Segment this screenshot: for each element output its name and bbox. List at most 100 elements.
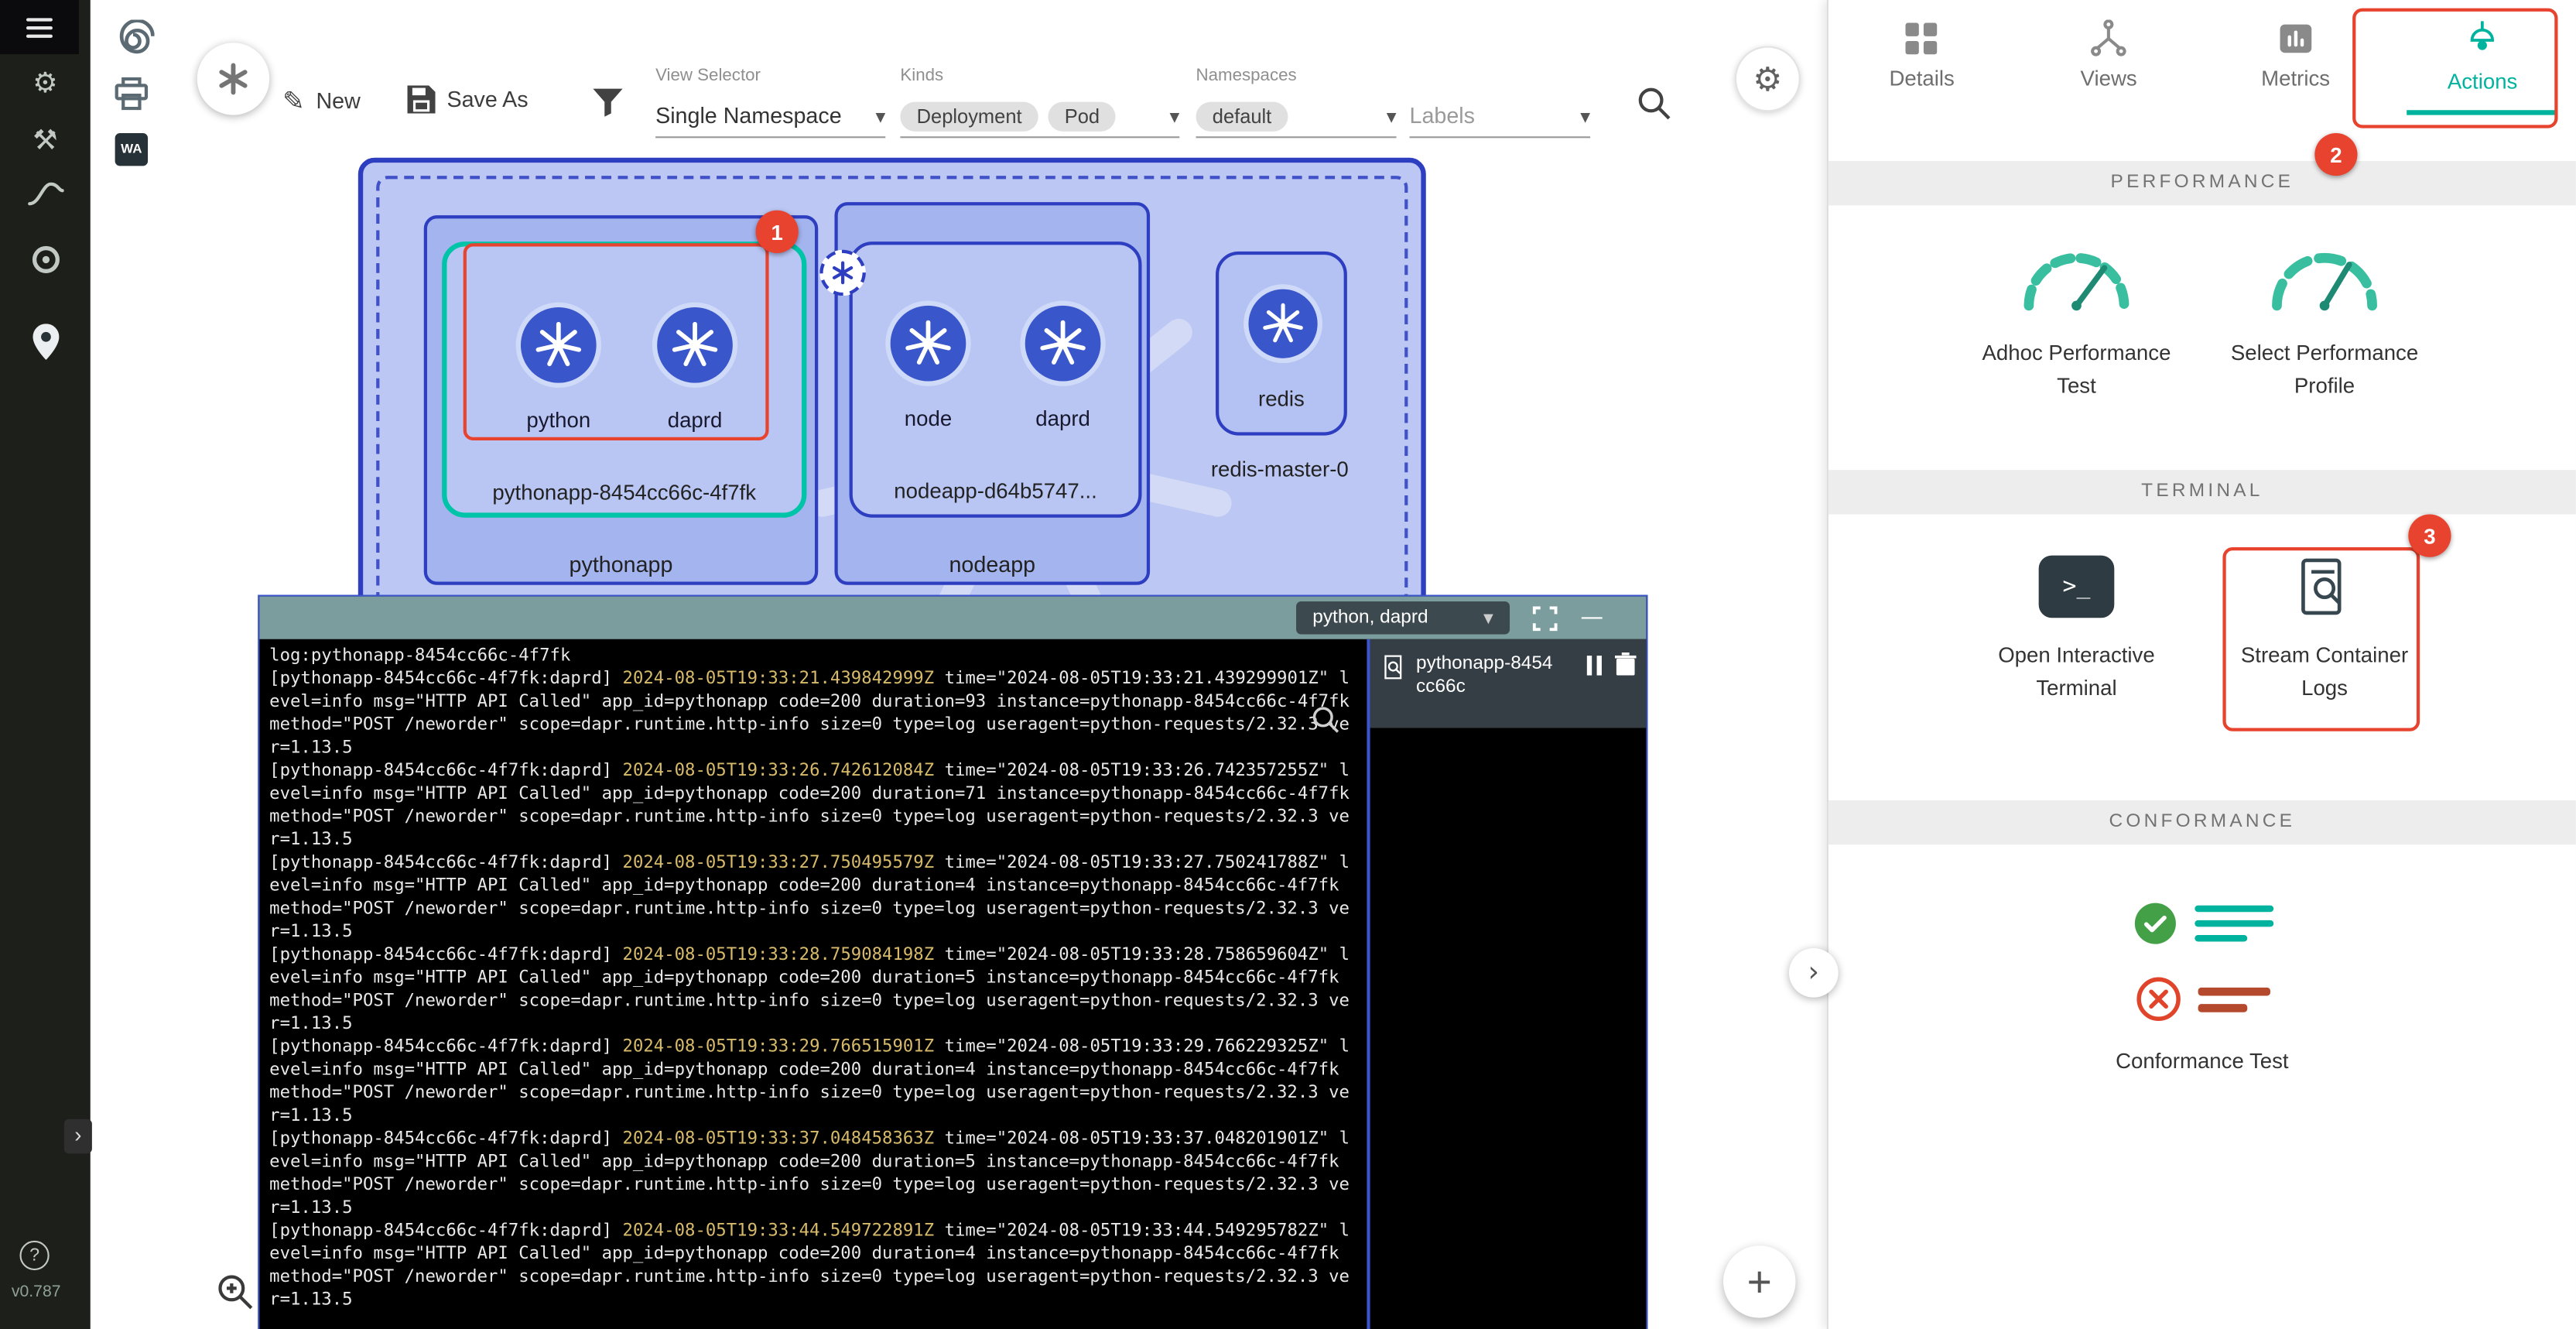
pod-redis[interactable]: redis — [1216, 252, 1347, 436]
fail-lines-icon — [2198, 987, 2270, 1012]
kind-chip-deployment[interactable]: Deployment — [900, 101, 1038, 131]
search-button[interactable] — [1637, 85, 1673, 129]
performance-curve-icon[interactable] — [0, 181, 91, 214]
save-icon — [408, 85, 436, 113]
add-button[interactable]: + — [1723, 1245, 1795, 1317]
mesh-logo-icon[interactable] — [0, 243, 91, 284]
kanvas-pin-icon[interactable] — [0, 324, 91, 368]
group-pythonapp[interactable]: python daprd pythonapp-8454cc66c-4f7fk p… — [424, 215, 819, 585]
minimize-icon[interactable]: — — [1580, 610, 1603, 626]
printer-icon[interactable] — [113, 77, 149, 118]
branch-icon — [2089, 19, 2130, 57]
labels-placeholder: Labels — [1410, 104, 1475, 128]
kind-chip-pod[interactable]: Pod — [1049, 101, 1117, 131]
pod-name: nodeapp-d64b5747... — [853, 478, 1138, 503]
log-entries: [pythonapp-8454cc66c-4f7fk:daprd] 2024-0… — [269, 667, 1356, 1311]
spiral-logo-icon[interactable] — [111, 19, 154, 70]
tab-actions[interactable]: Actions — [2389, 10, 2575, 112]
log-entry: [pythonapp-8454cc66c-4f7fk:daprd] 2024-0… — [269, 944, 1356, 1036]
log-entry: [pythonapp-8454cc66c-4f7fk:daprd] 2024-0… — [269, 667, 1356, 759]
kinds-label: Kinds — [900, 66, 1179, 95]
funnel-icon — [591, 85, 624, 118]
container-redis[interactable] — [1244, 284, 1322, 363]
terminal-panel: python, daprd ▾ — log:pythonapp-8454cc66… — [258, 595, 1647, 1329]
panel-tabs: Details Views Metrics Actions — [1829, 10, 2576, 112]
open-interactive-terminal[interactable]: >_ Open Interactive Terminal — [1945, 556, 2208, 706]
pod-list-item[interactable]: pythonapp-8454cc66c — [1370, 639, 1647, 728]
container-label: daprd — [1005, 406, 1120, 430]
action-label: Open Interactive Terminal — [1969, 639, 2183, 706]
dapr-sidecar-icon[interactable] — [819, 250, 865, 296]
namespaces-label: Namespaces — [1196, 66, 1397, 95]
container-label: daprd — [638, 408, 753, 433]
section-conformance: CONFORMANCE — [1829, 800, 2576, 844]
tab-label: Metrics — [2261, 66, 2330, 91]
kinds-field[interactable]: Kinds Deployment Pod ▾ — [900, 66, 1179, 138]
new-button-label: New — [316, 89, 360, 114]
flower-icon — [215, 61, 251, 98]
zoom-in-icon[interactable] — [215, 1272, 255, 1320]
tab-label: Actions — [2448, 69, 2518, 94]
namespaces-field[interactable]: Namespaces default ▾ — [1196, 66, 1397, 138]
log-entry: [pythonapp-8454cc66c-4f7fk:daprd] 2024-0… — [269, 1127, 1356, 1219]
x-circle-icon — [2135, 976, 2181, 1022]
toolbox-icon[interactable]: ⚒ — [0, 125, 91, 157]
dapr-design-button[interactable] — [197, 43, 269, 115]
labels-field[interactable]: Labels ▾ — [1410, 66, 1591, 138]
tab-metrics[interactable]: Metrics — [2202, 10, 2389, 112]
container-node[interactable] — [885, 301, 970, 386]
new-button[interactable]: ✎ New — [282, 85, 361, 116]
sidebar-expand-chevron[interactable]: › — [64, 1119, 92, 1154]
wa-app-icon[interactable]: WA — [115, 133, 148, 166]
menu-icon[interactable] — [0, 0, 79, 54]
trash-icon[interactable] — [1615, 653, 1637, 677]
namespace-chip-default[interactable]: default — [1196, 101, 1288, 131]
tab-details[interactable]: Details — [1829, 10, 2015, 112]
save-as-button[interactable]: Save As — [408, 85, 529, 113]
chevron-down-icon: ▾ — [1580, 104, 1590, 128]
settings-gear-icon[interactable]: ⚙ — [0, 67, 91, 100]
terminal-body: log:pythonapp-8454cc66c-4f7fk [pythonapp… — [259, 639, 1646, 1329]
help-icon[interactable]: ? — [19, 1241, 49, 1270]
save-as-label: Save As — [446, 87, 528, 112]
section-terminal: TERMINAL — [1829, 470, 2576, 514]
container-selector-value: python, daprd — [1312, 608, 1428, 628]
filter-button[interactable] — [591, 85, 624, 126]
stream-container-logs[interactable]: Stream Container Logs — [2193, 556, 2456, 706]
container-daprd[interactable] — [652, 303, 737, 388]
container-label: node — [871, 406, 986, 430]
pod-pythonapp[interactable]: python daprd pythonapp-8454cc66c-4f7fk — [442, 241, 806, 518]
annotation-badge-3: 3 — [2408, 514, 2451, 557]
chevron-down-icon: ▾ — [1170, 104, 1180, 128]
panel-collapse-chevron[interactable]: › — [1789, 948, 1839, 998]
kubernetes-icon — [900, 316, 956, 372]
pod-nodeapp[interactable]: node daprd nodeapp-d64b5747... — [850, 241, 1142, 518]
pod-item-name: pythonapp-8454cc66c — [1416, 653, 1561, 698]
log-search-icon[interactable] — [1311, 705, 1340, 742]
gauge-icon — [2263, 240, 2385, 316]
app-version: v0.787 — [12, 1283, 61, 1301]
right-panel: Details Views Metrics Actions PERFORMANC… — [1827, 0, 2576, 1329]
terminal-pod-list: pythonapp-8454cc66c — [1367, 639, 1646, 1329]
conformance-test-label[interactable]: Conformance Test — [1829, 1048, 2576, 1073]
container-selector[interactable]: python, daprd ▾ — [1296, 601, 1510, 634]
bar-chart-icon — [2277, 19, 2314, 57]
search-icon — [1637, 85, 1673, 122]
pause-icon[interactable] — [1587, 655, 1602, 674]
container-python[interactable] — [516, 303, 601, 388]
tab-label: Views — [2081, 66, 2137, 91]
flower-icon — [830, 259, 856, 286]
group-name: pythonapp — [427, 552, 815, 577]
chevron-down-icon: ▾ — [1387, 104, 1397, 128]
kubernetes-icon — [1258, 299, 1308, 348]
log-output[interactable]: log:pythonapp-8454cc66c-4f7fk [pythonapp… — [259, 639, 1367, 1329]
select-performance-profile[interactable]: Select Performance Profile — [2193, 240, 2456, 403]
settings-button[interactable]: ⚙ — [1735, 46, 1801, 111]
log-entry: [pythonapp-8454cc66c-4f7fk:daprd] 2024-0… — [269, 1035, 1356, 1127]
tab-views[interactable]: Views — [2015, 10, 2201, 112]
fullscreen-icon[interactable] — [1533, 605, 1558, 630]
container-daprd[interactable] — [1020, 301, 1105, 386]
adhoc-performance-test[interactable]: Adhoc Performance Test — [1945, 240, 2208, 403]
group-nodeapp[interactable]: node daprd nodeapp-d64b5747... nodeapp — [834, 202, 1150, 585]
view-selector-field[interactable]: View Selector Single Namespace ▾ — [655, 66, 885, 138]
